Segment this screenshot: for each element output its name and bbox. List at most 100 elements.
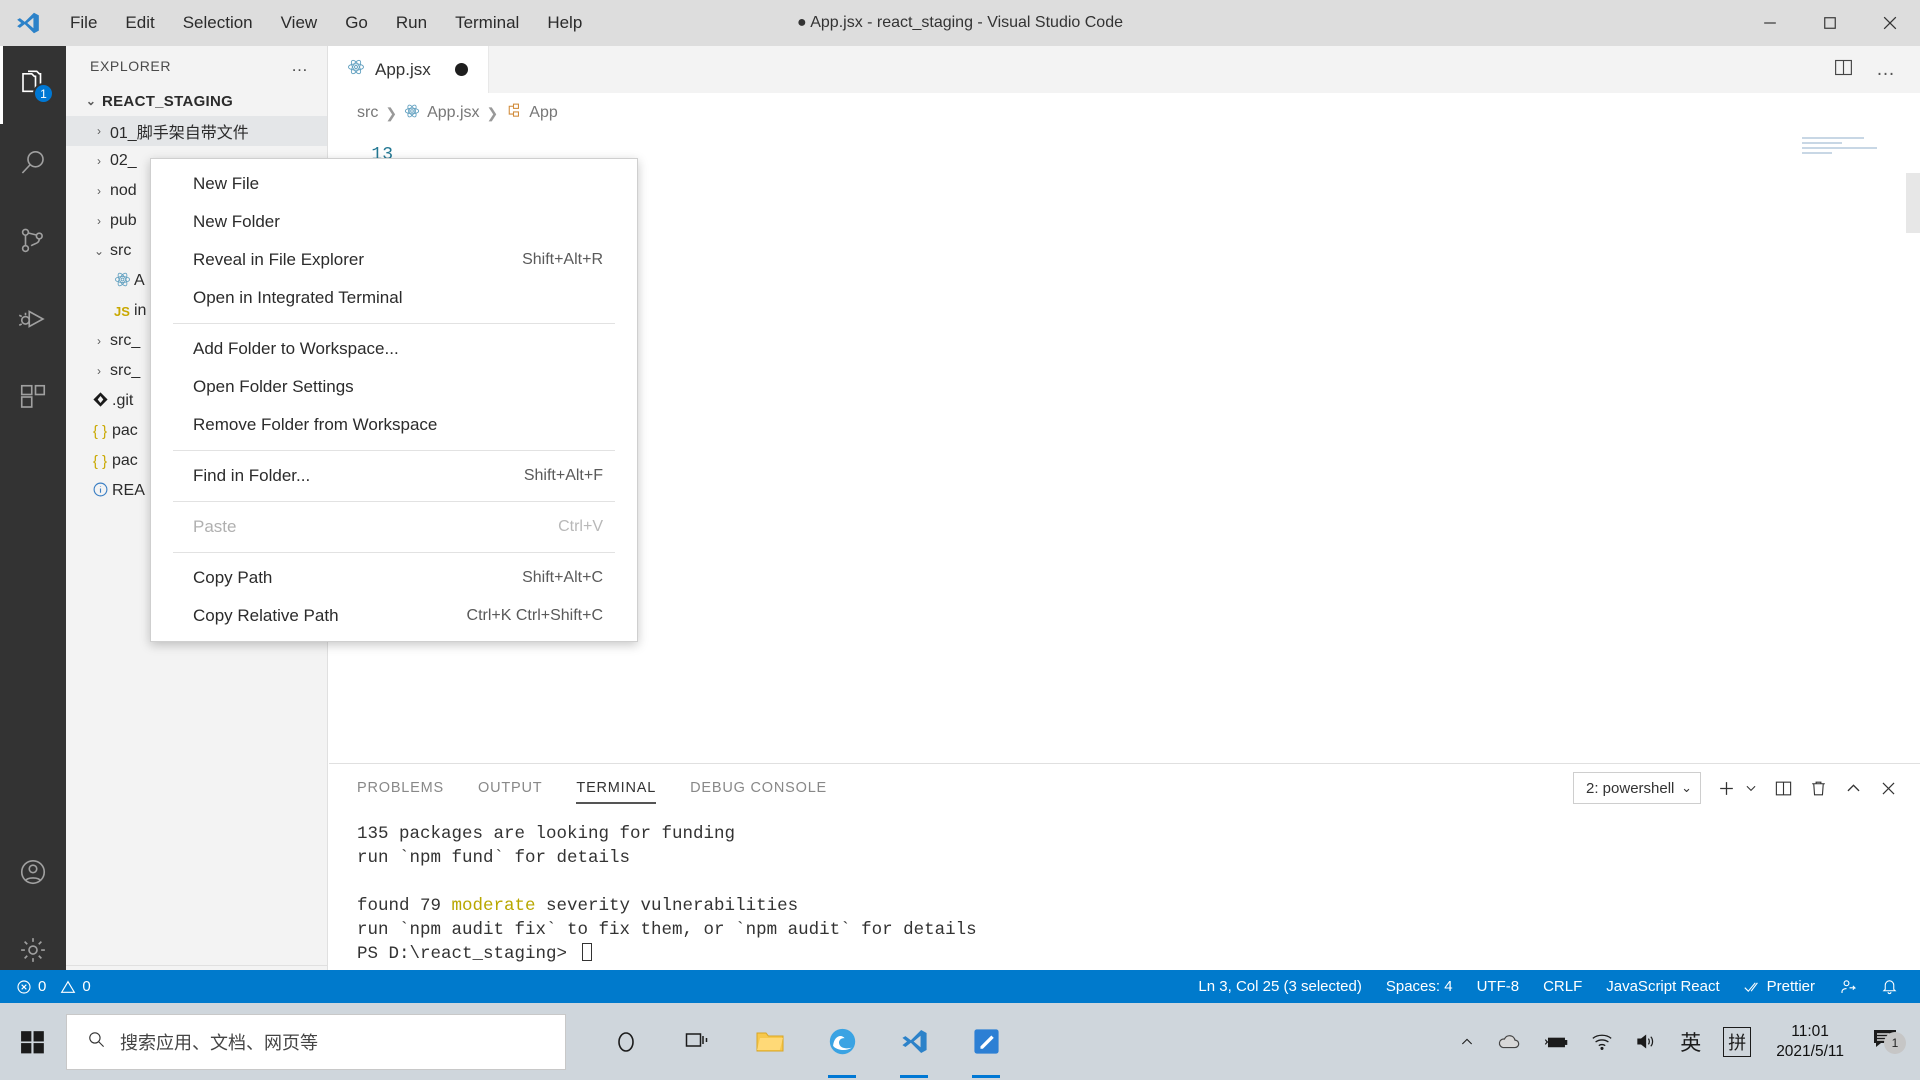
split-terminal-icon[interactable] (1774, 779, 1793, 798)
tree-item-label: 02_ (110, 152, 137, 169)
menu-help[interactable]: Help (533, 9, 596, 37)
search-icon (87, 1030, 106, 1054)
breadcrumb-src[interactable]: src (357, 104, 378, 122)
ctx-new-file[interactable]: New File (151, 165, 637, 203)
ctx-copy-relative-path[interactable]: Copy Relative Path Ctrl+K Ctrl+Shift+C (151, 597, 637, 635)
kill-terminal-icon[interactable] (1809, 779, 1828, 798)
activity-run-debug-icon[interactable] (0, 280, 66, 358)
battery-icon[interactable] (1532, 1033, 1580, 1051)
maximize-panel-icon[interactable] (1844, 779, 1863, 798)
status-encoding[interactable]: UTF-8 (1465, 978, 1532, 995)
tab-label: App.jsx (375, 59, 431, 79)
status-problems[interactable]: 0 0 (16, 978, 103, 995)
ctx-open-folder-settings[interactable]: Open Folder Settings (151, 368, 637, 406)
ctx-shortcut: Shift+Alt+C (522, 569, 603, 586)
tree-item-label: pac (112, 452, 138, 469)
explorer-more-actions-icon[interactable]: … (291, 56, 309, 76)
tab-debug-console[interactable]: DEBUG CONSOLE (690, 764, 827, 812)
breadcrumb-separator: ❯ (385, 104, 398, 121)
tab-app-jsx[interactable]: App.jsx (329, 46, 489, 93)
activity-search-icon[interactable] (0, 124, 66, 202)
tab-dirty-indicator[interactable] (454, 63, 468, 76)
status-cursor-position[interactable]: Ln 3, Col 25 (3 selected) (1186, 978, 1373, 995)
notification-center-icon[interactable]: 1 (1858, 1027, 1912, 1056)
ime-language-indicator[interactable]: 英 (1669, 1027, 1712, 1057)
tree-item-label: pac (112, 422, 138, 439)
terminal-dropdown-chevron-icon[interactable] (1744, 781, 1758, 795)
ctx-label: Copy Path (193, 568, 273, 587)
ctx-paste: Paste Ctrl+V (151, 508, 637, 546)
ctx-reveal-in-file-explorer[interactable]: Reveal in File Explorer Shift+Alt+R (151, 241, 637, 279)
explorer-title: EXPLORER (90, 58, 172, 74)
status-bell-icon[interactable] (1869, 978, 1910, 995)
tab-problems[interactable]: PROBLEMS (357, 764, 444, 812)
activity-extensions-icon[interactable] (0, 358, 66, 436)
vscode-icon[interactable] (878, 1003, 950, 1080)
ctx-add-folder-to-workspace[interactable]: Add Folder to Workspace... (151, 330, 637, 368)
chevron-up-icon[interactable] (1448, 1034, 1486, 1050)
menu-file[interactable]: File (56, 9, 111, 37)
tab-output[interactable]: OUTPUT (478, 764, 542, 812)
volume-icon[interactable] (1624, 1032, 1669, 1051)
taskbar-icons (590, 1003, 1022, 1080)
editor-scrollbar[interactable] (1906, 173, 1920, 233)
activity-source-control-icon[interactable] (0, 202, 66, 280)
task-view-icon[interactable] (662, 1003, 734, 1080)
ctx-label: Remove Folder from Workspace (193, 415, 438, 434)
taskbar-clock[interactable]: 11:01 2021/5/11 (1762, 1022, 1858, 1062)
ctx-new-folder[interactable]: New Folder (151, 203, 637, 241)
activity-bar: 1 (0, 46, 66, 1003)
edge-icon[interactable] (806, 1003, 878, 1080)
ctx-remove-folder-from-workspace[interactable]: Remove Folder from Workspace (151, 406, 637, 444)
editor-more-actions-icon[interactable]: … (1876, 59, 1896, 81)
new-terminal-icon[interactable] (1717, 779, 1736, 798)
breadcrumb-symbol-label: App (529, 104, 558, 121)
minimize-button[interactable] (1740, 0, 1800, 46)
menu-go[interactable]: Go (331, 9, 382, 37)
wifi-icon[interactable] (1580, 1033, 1624, 1051)
workspace-root-row[interactable]: ⌄ REACT_STAGING (66, 86, 327, 116)
tree-item-label: A (134, 272, 145, 289)
status-prettier[interactable]: Prettier (1732, 978, 1827, 995)
menu-view[interactable]: View (267, 9, 332, 37)
tab-terminal[interactable]: TERMINAL (576, 764, 656, 812)
status-remote-icon[interactable] (1827, 978, 1869, 996)
status-eol[interactable]: CRLF (1531, 978, 1594, 995)
maximize-button[interactable] (1800, 0, 1860, 46)
minimap[interactable] (1802, 137, 1902, 169)
close-button[interactable] (1860, 0, 1920, 46)
ctx-find-in-folder[interactable]: Find in Folder... Shift+Alt+F (151, 457, 637, 495)
notification-count-badge: 1 (1884, 1032, 1906, 1054)
file-explorer-icon[interactable] (734, 1003, 806, 1080)
terminal-select-value: 2: powershell (1586, 779, 1675, 797)
breadcrumb-symbol[interactable]: App (505, 102, 558, 124)
status-indentation[interactable]: Spaces: 4 (1374, 978, 1465, 995)
close-panel-icon[interactable] (1879, 779, 1898, 798)
cortana-icon[interactable] (590, 1003, 662, 1080)
menu-selection[interactable]: Selection (169, 9, 267, 37)
json-file-icon: { } (92, 422, 108, 440)
tree-item-0[interactable]: › 01_脚手架自带文件 (66, 116, 327, 146)
ctx-copy-path[interactable]: Copy Path Shift+Alt+C (151, 559, 637, 597)
menu-run[interactable]: Run (382, 9, 441, 37)
editor-icon[interactable] (950, 1003, 1022, 1080)
ctx-label: New File (193, 174, 260, 193)
menu-terminal[interactable]: Terminal (441, 9, 533, 37)
severity-moderate: moderate (451, 896, 536, 916)
status-language-mode[interactable]: JavaScript React (1594, 978, 1731, 995)
menu-edit[interactable]: Edit (111, 9, 168, 37)
onedrive-icon[interactable] (1486, 1032, 1532, 1052)
terminal-select[interactable]: 2: powershell ⌄ (1573, 772, 1701, 804)
activity-accounts-icon[interactable] (0, 833, 66, 911)
windows-start-icon[interactable] (0, 1003, 66, 1080)
breadcrumb-file[interactable]: App.jsx (404, 103, 480, 124)
clock-time: 11:01 (1791, 1022, 1829, 1040)
prettier-label: Prettier (1766, 978, 1815, 995)
taskbar-search-input[interactable]: 搜索应用、文档、网页等 (66, 1013, 566, 1070)
ctx-open-in-integrated-terminal[interactable]: Open in Integrated Terminal (151, 279, 637, 317)
ctx-label: Copy Relative Path (193, 606, 339, 625)
ime-mode-indicator[interactable]: 拼 (1712, 1026, 1762, 1057)
activity-explorer-icon[interactable]: 1 (0, 46, 66, 124)
split-editor-icon[interactable] (1833, 57, 1854, 83)
